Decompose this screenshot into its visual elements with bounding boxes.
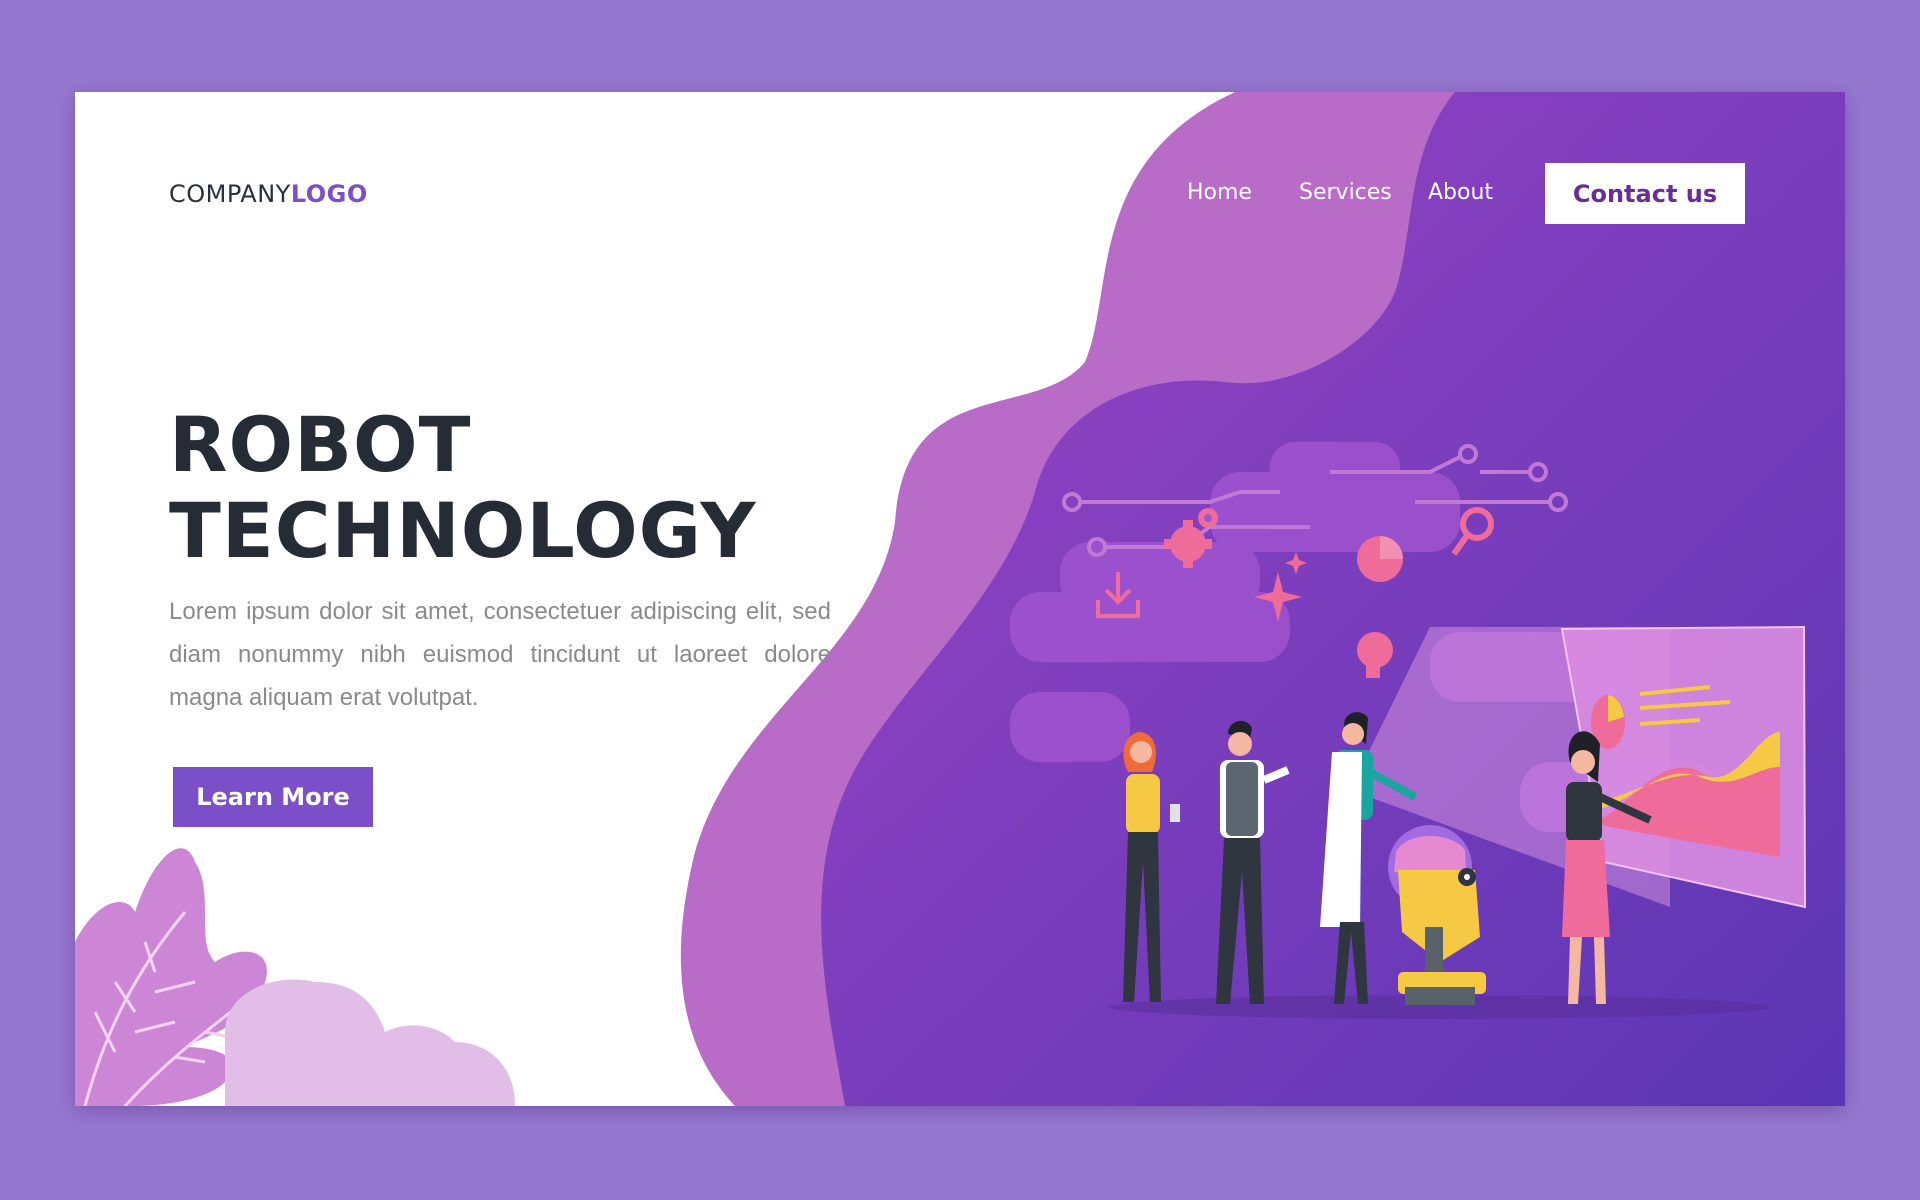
robot [1388,825,1486,1005]
hero-description: Lorem ipsum dolor sit amet, consectetuer… [169,598,831,711]
landing-card: COMPANYLOGO Home Services About Contact … [75,92,1845,1106]
contact-us-button[interactable]: Contact us [1545,163,1745,224]
pie-chart-icon [1357,536,1403,582]
robot-team-illustration [1010,442,1807,1019]
company-logo[interactable]: COMPANYLOGO [169,180,368,208]
person-man-vest [1216,720,1290,1004]
hero-title-line1: ROBOT [169,400,472,489]
hero-title: ROBOT TECHNOLOGY [169,402,756,574]
decorative-leaves [75,848,515,1106]
logo-bold-text: LOGO [290,180,368,208]
nav-services-link[interactable]: Services [1299,180,1392,205]
nav-home-link[interactable]: Home [1187,180,1252,205]
hero-title-line2: TECHNOLOGY [169,486,757,575]
logo-regular-text: COMPANY [169,180,291,208]
nav-about-link[interactable]: About [1428,180,1493,205]
person-left-woman [1123,732,1180,1002]
learn-more-button[interactable]: Learn More [173,767,373,827]
lightbulb-icon [1357,632,1393,678]
